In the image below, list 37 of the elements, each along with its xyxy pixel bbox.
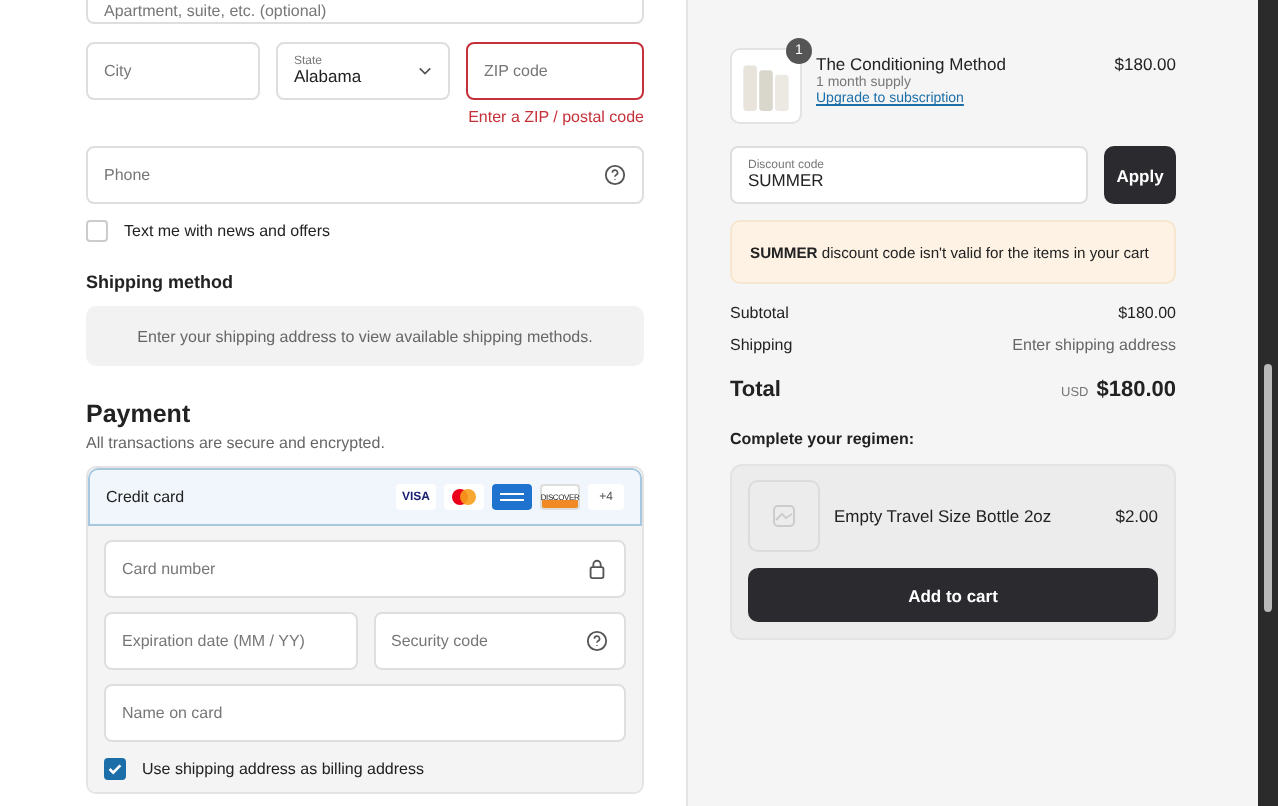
section-subtitle: All transactions are secure and encrypted. [86, 434, 387, 452]
help-icon [586, 630, 608, 652]
name-on-card-field[interactable]: Name on card [104, 684, 626, 742]
help-icon [604, 164, 626, 186]
section-title: Payment [86, 400, 193, 428]
apply-button[interactable]: Apply [1104, 146, 1176, 204]
lock-icon [586, 558, 608, 580]
product-price: $180.00 [1114, 54, 1176, 74]
apartment-field[interactable]: Apartment, suite, etc. (optional) [86, 0, 644, 24]
total-label: Total [730, 378, 781, 402]
summary-label: Shipping [730, 336, 793, 354]
upsell-product-name: Empty Travel Size Bottle 2oz [834, 506, 1054, 526]
upsell-title: Complete your regimen: [730, 430, 917, 448]
expiration-date-field[interactable]: Expiration date (MM / YY) [104, 612, 357, 670]
shipping-methods-notice: Enter your shipping address to view available shipping methods. [86, 306, 644, 366]
summary-label: Subtotal [730, 304, 789, 322]
checkbox-label: Use shipping address as billing address [142, 760, 424, 778]
section-title: Shipping method [86, 272, 235, 292]
error-message: Enter a ZIP / postal code [468, 108, 644, 126]
summary-value: $180.00 [1118, 304, 1176, 322]
city-field[interactable]: City [86, 42, 260, 100]
upsell-price: $2.00 [1115, 506, 1158, 526]
chevron-down-icon [418, 66, 432, 76]
product-name: The Conditioning Method [816, 54, 1006, 74]
summary-value: Enter shipping address [1012, 336, 1176, 354]
add-to-cart-button[interactable]: Add to cart [748, 568, 1158, 622]
mastercard-logo [444, 484, 484, 510]
zip-code-field[interactable]: ZIP code [466, 42, 644, 100]
card-number-field[interactable]: Card number [104, 540, 626, 598]
checkbox-label: Text me with news and offers [124, 222, 331, 240]
image-placeholder [748, 480, 820, 552]
security-code-field[interactable]: Security code [373, 612, 626, 670]
scrollbar[interactable] [1258, 0, 1278, 806]
checkbox[interactable] [104, 758, 126, 780]
amex-logo [492, 484, 532, 510]
total-amount: $180.00 [1096, 378, 1176, 402]
phone-field[interactable]: Phone [86, 146, 644, 204]
